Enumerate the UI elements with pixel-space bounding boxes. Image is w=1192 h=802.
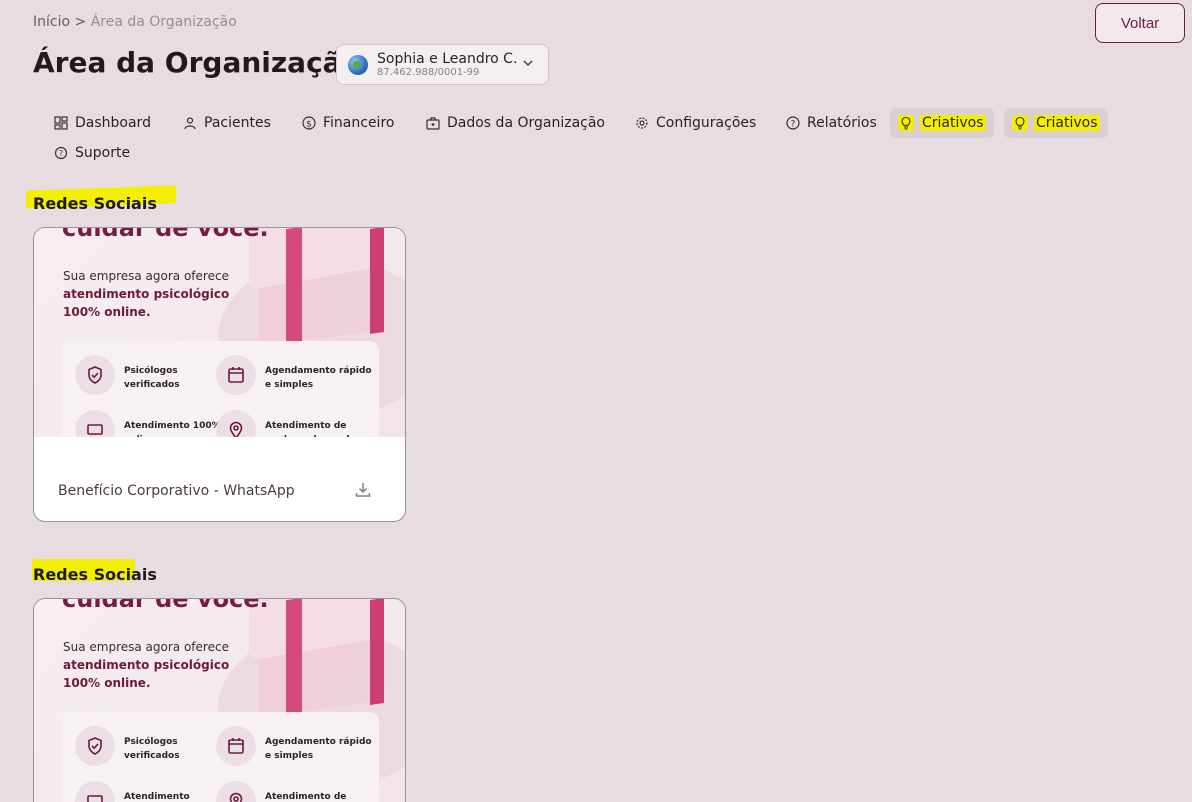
tab-pacientes[interactable]: Pacientes bbox=[174, 108, 279, 138]
laptop-icon bbox=[75, 781, 115, 802]
tab-financeiro-label: Financeiro bbox=[323, 115, 395, 131]
breadcrumb-current: Área da Organização bbox=[90, 14, 237, 30]
feature-item: Psicólogos verificados bbox=[75, 726, 234, 766]
gift-ribbon bbox=[286, 228, 302, 345]
feature-text: Agendamento rápido e simples bbox=[265, 737, 372, 761]
feature-text: Atendimento de bbox=[265, 792, 347, 802]
tab-configuracoes-label: Configurações bbox=[656, 115, 757, 131]
feature-item: Atendimento de bbox=[216, 781, 375, 802]
creative-headline: cuidar de você. bbox=[62, 228, 269, 242]
tab-relatorios[interactable]: ? Relatórios bbox=[777, 108, 885, 138]
calendar-icon bbox=[216, 355, 256, 395]
tab-financeiro[interactable]: $ Financeiro bbox=[293, 108, 402, 138]
dashboard-icon bbox=[53, 115, 69, 131]
creative-thumbnail: cuidar de você. Sua empresa agora oferec… bbox=[34, 599, 405, 802]
creative-headline: cuidar de você. bbox=[62, 599, 269, 613]
creative-lead: Sua empresa agora oferece atendimento ps… bbox=[63, 638, 253, 692]
organization-name: Sophia e Leandro C... bbox=[377, 51, 517, 67]
creative-thumbnail: cuidar de você. Sua empresa agora oferec… bbox=[34, 228, 405, 437]
creative-lead: Sua empresa agora oferece atendimento ps… bbox=[63, 267, 253, 321]
tab-criativos-2[interactable]: Criativos bbox=[1004, 108, 1108, 138]
map-pin-icon bbox=[216, 410, 256, 437]
shield-check-icon bbox=[75, 726, 115, 766]
tab-dashboard-label: Dashboard bbox=[75, 115, 151, 131]
feature-item: Psicólogos verificados bbox=[75, 355, 234, 395]
feature-text: Atendimento de qualquer lugar do Brasil bbox=[265, 421, 356, 437]
svg-text:?: ? bbox=[791, 120, 796, 130]
organization-select[interactable]: Sophia e Leandro C... 87.462.988/0001-99 bbox=[336, 44, 549, 85]
feature-item: Atendimento bbox=[75, 781, 234, 802]
gift-ribbon bbox=[370, 599, 384, 705]
gift-ribbon bbox=[370, 228, 384, 334]
svg-text:$: $ bbox=[306, 120, 312, 130]
svg-text:?: ? bbox=[59, 149, 63, 158]
tab-relatorios-label: Relatórios bbox=[807, 115, 877, 131]
creative-lead-bold: atendimento psicológico 100% online. bbox=[63, 287, 230, 319]
breadcrumb: Início > Área da Organização bbox=[33, 14, 237, 30]
card-footer: Benefício Corporativo - WhatsApp bbox=[34, 437, 405, 521]
breadcrumb-home[interactable]: Início bbox=[33, 14, 70, 30]
tab-criativos-label: Criativos bbox=[920, 115, 986, 131]
feature-item: Atendimento de qualquer lugar do Brasil bbox=[216, 410, 375, 437]
lightbulb-icon bbox=[898, 115, 914, 131]
lightbulb-icon bbox=[1012, 115, 1028, 131]
card-label: Benefício Corporativo - WhatsApp bbox=[58, 483, 295, 499]
help-circle-icon: ? bbox=[53, 145, 69, 161]
tab-dados-organizacao-label: Dados da Organização bbox=[447, 115, 605, 131]
tab-suporte-label: Suporte bbox=[75, 145, 131, 161]
tab-dashboard[interactable]: Dashboard bbox=[45, 108, 159, 138]
briefcase-icon bbox=[425, 115, 441, 131]
chevron-down-icon bbox=[522, 57, 534, 72]
tab-criativos[interactable]: Criativos bbox=[890, 108, 994, 138]
globe-icon bbox=[348, 54, 368, 75]
tab-suporte[interactable]: ? Suporte bbox=[45, 138, 138, 168]
organization-cnpj: 87.462.988/0001-99 bbox=[377, 66, 480, 78]
download-icon[interactable] bbox=[354, 481, 372, 499]
page-title: Área da Organização bbox=[33, 46, 361, 79]
help-circle-icon: ? bbox=[785, 115, 801, 131]
feature-text: Agendamento rápido e simples bbox=[265, 366, 372, 390]
calendar-icon bbox=[216, 726, 256, 766]
creative-lead-text: Sua empresa agora oferece bbox=[63, 269, 229, 283]
laptop-icon bbox=[75, 410, 115, 437]
tab-dados-organizacao[interactable]: Dados da Organização bbox=[417, 108, 613, 138]
back-button[interactable]: Voltar bbox=[1095, 3, 1185, 43]
creative-card[interactable]: cuidar de você. Sua empresa agora oferec… bbox=[33, 598, 406, 802]
section-title: Redes Sociais bbox=[33, 194, 157, 213]
breadcrumb-separator: > bbox=[74, 14, 87, 30]
feature-item: Atendimento 100% online bbox=[75, 410, 234, 437]
creative-lead-bold: atendimento psicológico 100% online. bbox=[63, 658, 230, 690]
creative-lead-text: Sua empresa agora oferece bbox=[63, 640, 229, 654]
tab-criativos-2-label: Criativos bbox=[1034, 115, 1100, 131]
map-pin-icon bbox=[216, 781, 256, 802]
organization-info: Sophia e Leandro C... 87.462.988/0001-99 bbox=[377, 52, 517, 78]
user-icon bbox=[182, 115, 198, 131]
feature-item: Agendamento rápido e simples bbox=[216, 726, 375, 766]
shield-check-icon bbox=[75, 355, 115, 395]
tab-configuracoes[interactable]: Configurações bbox=[626, 108, 764, 138]
section-title: Redes Sociais bbox=[33, 565, 157, 584]
tab-pacientes-label: Pacientes bbox=[204, 115, 271, 131]
feature-item: Agendamento rápido e simples bbox=[216, 355, 375, 395]
dollar-icon: $ bbox=[301, 115, 317, 131]
creative-card[interactable]: cuidar de você. Sua empresa agora oferec… bbox=[33, 227, 406, 522]
gift-ribbon bbox=[286, 599, 302, 716]
gear-icon bbox=[634, 115, 650, 131]
